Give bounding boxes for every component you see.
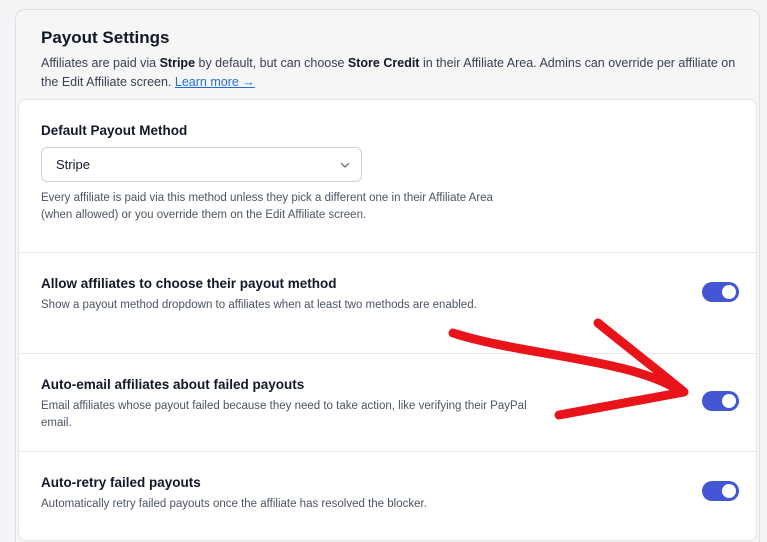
chevron-down-icon bbox=[340, 162, 350, 168]
default-payout-method-section: Default Payout Method Stripe Every affil… bbox=[19, 100, 756, 252]
alt-method-name: Store Credit bbox=[347, 56, 420, 70]
auto-email-failed-payouts-toggle[interactable] bbox=[702, 391, 739, 411]
setting-row: Auto-retry failed payouts Automatically … bbox=[19, 451, 756, 541]
setting-row: Allow affiliates to choose their payout … bbox=[19, 252, 756, 353]
setting-row: Auto-email affiliates about failed payou… bbox=[19, 353, 756, 451]
setting-description: Automatically retry failed payouts once … bbox=[41, 498, 427, 510]
default-payout-method-select[interactable]: Stripe bbox=[41, 147, 362, 182]
default-method-name: Stripe bbox=[159, 56, 196, 70]
default-payout-method-label: Default Payout Method bbox=[41, 123, 188, 138]
default-payout-method-help: Every affiliate is paid via this method … bbox=[41, 192, 493, 221]
toggle-knob bbox=[722, 285, 736, 299]
settings-card: Default Payout Method Stripe Every affil… bbox=[18, 99, 757, 541]
setting-title: Auto-retry failed payouts bbox=[41, 475, 201, 490]
setting-title: Auto-email affiliates about failed payou… bbox=[41, 377, 305, 392]
auto-retry-failed-payouts-toggle[interactable] bbox=[702, 481, 739, 501]
page-title: Payout Settings bbox=[41, 28, 170, 47]
setting-title: Allow affiliates to choose their payout … bbox=[41, 276, 337, 291]
allow-choose-method-toggle[interactable] bbox=[702, 282, 739, 302]
payout-settings-panel: Payout Settings Affiliates are paid via … bbox=[15, 9, 760, 542]
setting-description: Show a payout method dropdown to affilia… bbox=[41, 299, 477, 311]
toggle-knob bbox=[722, 484, 736, 498]
learn-more-link[interactable]: Learn more → bbox=[175, 75, 255, 89]
toggle-knob bbox=[722, 394, 736, 408]
page-description: Affiliates are paid via Stripe by defaul… bbox=[41, 56, 736, 89]
setting-description: Email affiliates whose payout failed bec… bbox=[41, 400, 527, 429]
select-value: Stripe bbox=[56, 157, 90, 172]
